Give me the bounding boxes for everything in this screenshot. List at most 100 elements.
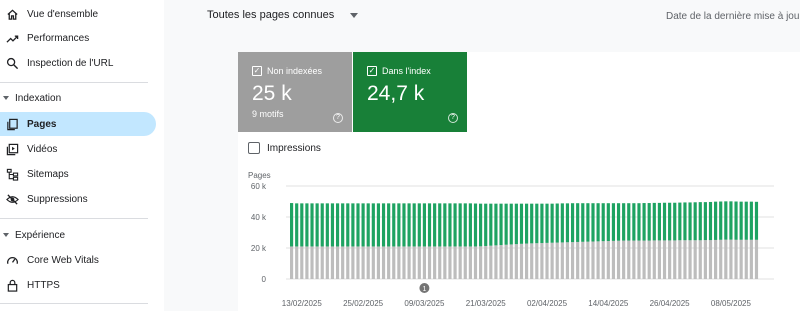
bar-not-indexed <box>724 239 728 279</box>
bar-indexed <box>565 203 570 243</box>
main-content: Toutes les pages connues Date de la dern… <box>164 0 800 311</box>
sidebar-item-https[interactable]: HTTPS <box>0 273 156 297</box>
sidebar-divider <box>0 82 148 83</box>
speed-gauge-icon <box>5 253 19 267</box>
bar-indexed <box>351 203 355 247</box>
tile-value: 24,7 k <box>367 82 425 105</box>
bar-indexed <box>749 201 753 240</box>
bar-indexed <box>662 202 667 241</box>
bar-not-indexed <box>576 241 580 279</box>
bar-not-indexed <box>387 246 391 279</box>
bar-not-indexed <box>581 241 585 279</box>
eye-off-icon <box>5 192 19 206</box>
bar-not-indexed <box>305 246 309 279</box>
x-tick-label: 25/02/2025 <box>343 299 384 308</box>
not-indexed-tile[interactable]: ✓ Non indexées 25 k 9 motifs ? <box>238 52 352 132</box>
sidebar-item-performance[interactable]: Performances <box>0 26 156 50</box>
bar-not-indexed <box>678 240 682 279</box>
bar-indexed <box>417 203 421 247</box>
index-report-card: ✓ Non indexées 25 k 9 motifs ? ✓ Dans l'… <box>238 52 800 311</box>
bar-not-indexed <box>468 246 472 279</box>
bar-indexed <box>596 203 600 242</box>
bar-not-indexed <box>484 245 488 279</box>
bar-not-indexed <box>739 239 743 279</box>
sidebar-item-label: Core Web Vitals <box>27 254 99 266</box>
bar-not-indexed <box>325 246 329 279</box>
bar-not-indexed <box>392 246 396 279</box>
help-icon[interactable]: ? <box>448 113 458 123</box>
bar-not-indexed <box>657 240 661 279</box>
bar-not-indexed <box>647 240 651 279</box>
bar-not-indexed <box>530 243 534 279</box>
bar-indexed <box>754 201 759 240</box>
sidebar-item-core-web-vitals[interactable]: Core Web Vitals <box>0 248 156 272</box>
checkbox-unchecked-icon[interactable] <box>248 142 260 154</box>
sidebar-item-overview[interactable]: Vue d'ensemble <box>0 2 156 26</box>
bar-not-indexed <box>356 246 360 279</box>
bar-indexed <box>739 201 743 240</box>
bar-not-indexed <box>366 246 370 279</box>
bar-indexed <box>504 203 508 245</box>
bar-indexed <box>356 203 360 247</box>
section-experience-toggle[interactable]: Expérience <box>0 226 65 244</box>
bar-indexed <box>438 203 442 247</box>
bar-not-indexed <box>443 246 447 279</box>
sidebar-item-url-inspection[interactable]: Inspection de l'URL <box>0 51 156 75</box>
bar-not-indexed <box>525 243 529 279</box>
checkbox-checked-icon[interactable]: ✓ <box>252 66 262 76</box>
bar-indexed <box>433 203 437 247</box>
y-tick-label: 60 k <box>251 182 267 191</box>
bar-indexed <box>335 203 340 247</box>
app-root: Vue d'ensemble Performances Inspection d… <box>0 0 800 311</box>
bar-indexed <box>494 203 498 246</box>
bar-indexed <box>535 203 539 244</box>
bar-indexed <box>693 202 697 241</box>
bar-not-indexed <box>346 246 350 279</box>
bar-indexed <box>484 203 488 246</box>
bar-not-indexed <box>540 243 544 279</box>
impressions-toggle[interactable]: Impressions <box>248 142 321 154</box>
trending-up-icon <box>5 31 19 45</box>
bar-indexed <box>652 202 656 241</box>
last-update-label: Date de la dernière mise à jour : <box>666 11 800 22</box>
sidebar-item-removals[interactable]: Suppressions <box>0 187 156 211</box>
bar-not-indexed <box>601 241 605 279</box>
section-label: Expérience <box>15 229 66 241</box>
sidebar-item-pages[interactable]: Pages <box>0 112 156 136</box>
bar-not-indexed <box>616 240 621 279</box>
sidebar-item-label: HTTPS <box>27 279 60 291</box>
tile-header: ✓ Non indexées <box>252 66 322 76</box>
checkbox-checked-icon[interactable]: ✓ <box>367 66 377 76</box>
sidebar-item-videos[interactable]: Vidéos <box>0 137 156 161</box>
bar-indexed <box>458 203 462 247</box>
bar-not-indexed <box>565 242 570 279</box>
x-tick-label: 09/03/2025 <box>404 299 445 308</box>
bar-indexed <box>581 203 585 242</box>
pages-filter-dropdown[interactable]: Toutes les pages connues <box>207 9 359 21</box>
bar-not-indexed <box>734 239 738 279</box>
bar-not-indexed <box>668 240 672 279</box>
y-tick-label: 20 k <box>251 244 267 253</box>
bar-not-indexed <box>315 246 319 279</box>
caret-down-icon <box>3 96 9 100</box>
bar-not-indexed <box>290 246 294 279</box>
bar-indexed <box>519 203 524 244</box>
bar-indexed <box>560 203 564 243</box>
bar-not-indexed <box>504 244 508 279</box>
bar-indexed <box>734 201 738 240</box>
pages-stacked-bar-chart: Pages 0 20 k 40 k 60 k 13/02/2025 25/02/2025 09… <box>248 171 774 308</box>
bar-indexed <box>381 203 386 247</box>
bar-indexed <box>708 201 713 241</box>
bar-indexed <box>601 203 605 242</box>
bar-not-indexed <box>479 246 483 279</box>
bar-not-indexed <box>673 240 677 279</box>
sidebar-item-sitemaps[interactable]: Sitemaps <box>0 162 156 186</box>
bar-indexed <box>632 203 636 241</box>
help-icon[interactable]: ? <box>333 113 343 123</box>
sidebar-item-label: Pages <box>27 118 57 130</box>
indexed-tile[interactable]: ✓ Dans l'index 24,7 k ? <box>353 52 467 132</box>
bar-indexed <box>555 203 559 243</box>
section-indexation-toggle[interactable]: Indexation <box>0 89 61 107</box>
sidebar-item-label: Inspection de l'URL <box>27 57 114 69</box>
bar-not-indexed <box>519 243 524 279</box>
